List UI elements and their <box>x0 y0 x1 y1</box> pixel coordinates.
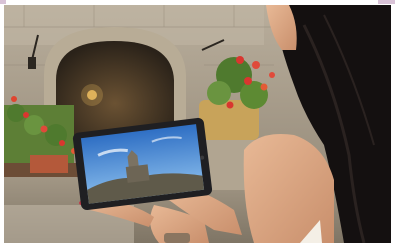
photo <box>4 5 391 243</box>
photo-scene <box>4 5 391 243</box>
accent-bar-left <box>0 0 6 4</box>
image-frame <box>0 0 395 246</box>
flower-planter-left <box>4 96 84 177</box>
bracelet <box>164 233 190 243</box>
accent-bar-right <box>378 0 395 4</box>
